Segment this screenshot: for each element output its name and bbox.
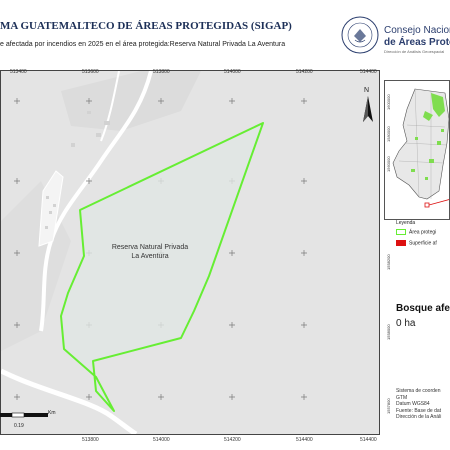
x-tick-top: 513800 — [153, 69, 170, 75]
scale-value: 0.19 — [14, 423, 24, 429]
inset-y-tick: 1600000 — [386, 94, 391, 110]
x-tick-top: 513400 — [10, 69, 27, 75]
legend-item-protected: Área protegi — [396, 229, 436, 235]
protected-swatch-icon — [396, 229, 406, 235]
guatemala-seal-icon — [341, 16, 379, 54]
council-name-line3: Dirección de Análisis Geoespacial — [384, 49, 445, 54]
scale-unit: Km — [48, 410, 56, 416]
x-tick-top: 514400 — [360, 69, 377, 75]
inset-y-tick: 1560000 — [386, 156, 391, 172]
inset-y-tick: 1580000 — [386, 126, 391, 142]
scale-bar — [0, 412, 48, 418]
header: MA GUATEMALTECO DE ÁREAS PROTEGIDAS (SIG… — [0, 0, 450, 60]
map-canvas — [1, 71, 379, 434]
x-tick-top: 514000 — [224, 69, 241, 75]
x-tick-bottom: 514400 — [296, 437, 313, 443]
map-subtitle: e afectada por incendios en 2025 en el á… — [0, 41, 286, 48]
legend-title: Leyenda — [396, 220, 416, 226]
x-tick-top: 513600 — [82, 69, 99, 75]
x-tick-bottom: 514400 — [360, 437, 377, 443]
x-tick-bottom: 514200 — [224, 437, 241, 443]
map-info: Sistema de coorden GTM Datum WGS84 Fuent… — [396, 388, 441, 421]
inset-map — [384, 80, 450, 220]
x-tick-top: 514200 — [296, 69, 313, 75]
forest-affected-heading: Bosque afe — [396, 303, 450, 314]
x-tick-bottom: 514000 — [153, 437, 170, 443]
map-y-tick: 1558000 — [386, 324, 391, 340]
legend-item-affected: Superficie af — [396, 240, 437, 246]
map-y-tick: 1558200 — [386, 254, 391, 270]
map-y-tick: 1557800 — [386, 398, 391, 414]
main-map — [0, 70, 380, 435]
north-arrow-icon — [363, 96, 373, 122]
council-name-line2: de Áreas Protegid — [384, 37, 450, 48]
x-tick-bottom: 513800 — [82, 437, 99, 443]
map-title: MA GUATEMALTECO DE ÁREAS PROTEGIDAS (SIG… — [0, 20, 292, 32]
affected-swatch-icon — [396, 240, 406, 246]
protected-area-label: Reserva Natural Privada La Aventura — [111, 244, 189, 260]
forest-affected-value: 0 ha — [396, 318, 416, 329]
info-line: Sistema de coorden — [396, 388, 441, 394]
council-name-line1: Consejo Nacional — [384, 25, 450, 36]
inset-canvas — [385, 81, 449, 219]
info-line: Dirección de la Análi — [396, 414, 442, 420]
